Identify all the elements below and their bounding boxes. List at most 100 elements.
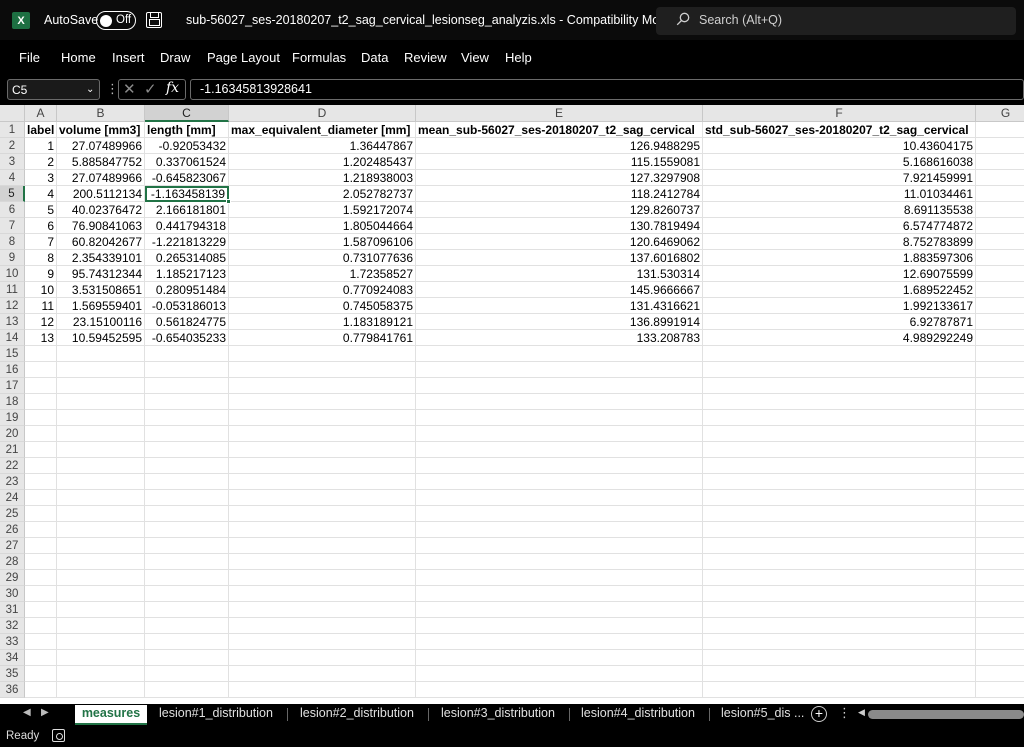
row-header[interactable]: 13 xyxy=(0,314,25,330)
table-cell[interactable] xyxy=(976,266,1024,282)
table-cell[interactable] xyxy=(229,602,416,618)
table-cell[interactable]: 1.72358527 xyxy=(229,266,416,282)
table-cell[interactable] xyxy=(703,474,976,490)
table-cell[interactable] xyxy=(229,586,416,602)
table-cell[interactable]: 8 xyxy=(25,250,57,266)
table-cell[interactable] xyxy=(703,650,976,666)
table-cell[interactable] xyxy=(57,682,145,698)
table-cell[interactable]: 2.166181801 xyxy=(145,202,229,218)
table-cell[interactable]: -0.654035233 xyxy=(145,330,229,346)
table-cell[interactable] xyxy=(145,506,229,522)
table-cell[interactable] xyxy=(703,394,976,410)
table-cell[interactable]: 0.280951484 xyxy=(145,282,229,298)
table-cell[interactable] xyxy=(145,442,229,458)
table-cell[interactable] xyxy=(703,586,976,602)
table-cell[interactable]: 8.752783899 xyxy=(703,234,976,250)
table-cell[interactable] xyxy=(57,506,145,522)
table-cell[interactable] xyxy=(57,410,145,426)
table-cell[interactable]: 1.569559401 xyxy=(57,298,145,314)
table-cell[interactable] xyxy=(57,490,145,506)
tab-measures[interactable]: measures xyxy=(75,705,147,725)
row-header[interactable]: 29 xyxy=(0,570,25,586)
row-header[interactable]: 11 xyxy=(0,282,25,298)
table-cell[interactable]: 6.574774872 xyxy=(703,218,976,234)
row-header[interactable]: 15 xyxy=(0,346,25,362)
table-cell[interactable] xyxy=(976,682,1024,698)
table-cell[interactable] xyxy=(57,618,145,634)
header-cell[interactable]: label xyxy=(25,122,57,138)
table-cell[interactable]: 10.59452595 xyxy=(57,330,145,346)
row-header[interactable]: 7 xyxy=(0,218,25,234)
table-cell[interactable] xyxy=(25,634,57,650)
table-cell[interactable] xyxy=(703,602,976,618)
table-cell[interactable] xyxy=(145,538,229,554)
table-cell[interactable] xyxy=(976,474,1024,490)
table-cell[interactable]: 1.805044664 xyxy=(229,218,416,234)
table-cell[interactable] xyxy=(416,426,703,442)
table-cell[interactable]: 136.8991914 xyxy=(416,314,703,330)
table-cell[interactable] xyxy=(976,186,1024,202)
table-cell[interactable] xyxy=(25,650,57,666)
table-cell[interactable]: 40.02376472 xyxy=(57,202,145,218)
table-cell[interactable] xyxy=(976,570,1024,586)
table-cell[interactable] xyxy=(145,474,229,490)
table-cell[interactable] xyxy=(145,410,229,426)
table-cell[interactable] xyxy=(229,442,416,458)
save-icon[interactable] xyxy=(146,12,162,28)
table-cell[interactable]: 76.90841063 xyxy=(57,218,145,234)
active-cell[interactable]: -1.163458139 xyxy=(145,186,229,202)
table-cell[interactable] xyxy=(145,650,229,666)
table-cell[interactable]: 1.592172074 xyxy=(229,202,416,218)
table-cell[interactable] xyxy=(145,586,229,602)
table-cell[interactable] xyxy=(25,586,57,602)
table-cell[interactable]: 2 xyxy=(25,154,57,170)
column-header-e[interactable]: E xyxy=(416,105,703,122)
table-cell[interactable] xyxy=(416,634,703,650)
table-cell[interactable] xyxy=(145,618,229,634)
table-cell[interactable]: 1.218938003 xyxy=(229,170,416,186)
table-cell[interactable]: 9 xyxy=(25,266,57,282)
table-cell[interactable] xyxy=(703,618,976,634)
table-cell[interactable]: 145.9666667 xyxy=(416,282,703,298)
more-options-icon[interactable]: ⋮ xyxy=(838,705,851,721)
scrollbar-thumb[interactable] xyxy=(868,710,1024,719)
table-cell[interactable] xyxy=(703,410,976,426)
table-cell[interactable] xyxy=(25,554,57,570)
table-cell[interactable] xyxy=(145,682,229,698)
table-cell[interactable]: 0.770924083 xyxy=(229,282,416,298)
fill-handle[interactable] xyxy=(226,199,231,204)
table-cell[interactable] xyxy=(57,650,145,666)
table-cell[interactable] xyxy=(976,250,1024,266)
table-cell[interactable]: 3 xyxy=(25,170,57,186)
table-cell[interactable]: 27.07489966 xyxy=(57,170,145,186)
header-cell[interactable]: mean_sub-56027_ses-20180207_t2_sag_cervi… xyxy=(416,122,703,138)
table-cell[interactable] xyxy=(229,362,416,378)
menu-help[interactable]: Help xyxy=(505,50,532,65)
row-header[interactable]: 33 xyxy=(0,634,25,650)
table-cell[interactable] xyxy=(416,410,703,426)
menu-file[interactable]: File xyxy=(19,50,40,65)
row-header[interactable]: 1 xyxy=(0,122,25,138)
table-cell[interactable] xyxy=(976,298,1024,314)
table-cell[interactable]: 1.185217123 xyxy=(145,266,229,282)
table-cell[interactable] xyxy=(229,554,416,570)
table-cell[interactable] xyxy=(57,570,145,586)
table-cell[interactable] xyxy=(976,538,1024,554)
table-cell[interactable] xyxy=(25,362,57,378)
table-cell[interactable] xyxy=(416,650,703,666)
table-cell[interactable] xyxy=(145,634,229,650)
table-cell[interactable] xyxy=(416,458,703,474)
table-cell[interactable] xyxy=(976,314,1024,330)
table-cell[interactable] xyxy=(229,666,416,682)
table-cell[interactable] xyxy=(416,602,703,618)
menu-formulas[interactable]: Formulas xyxy=(292,50,346,65)
table-cell[interactable]: 126.9488295 xyxy=(416,138,703,154)
table-cell[interactable] xyxy=(25,426,57,442)
row-header[interactable]: 12 xyxy=(0,298,25,314)
table-cell[interactable] xyxy=(229,474,416,490)
table-cell[interactable] xyxy=(57,346,145,362)
select-all-corner[interactable] xyxy=(0,105,25,122)
table-cell[interactable] xyxy=(703,346,976,362)
header-cell[interactable]: std_sub-56027_ses-20180207_t2_sag_cervic… xyxy=(703,122,976,138)
table-cell[interactable]: 23.15100116 xyxy=(57,314,145,330)
